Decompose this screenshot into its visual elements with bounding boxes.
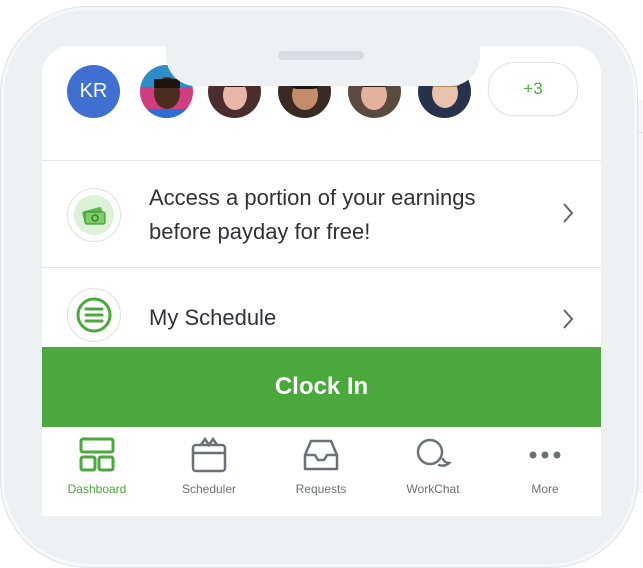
bottom-tab-bar: Dashboard Scheduler Requests WorkChat Mo…	[42, 427, 601, 516]
tab-label: Requests	[295, 482, 347, 496]
schedule-list-icon	[67, 288, 121, 342]
tab-workchat[interactable]: WorkChat	[378, 427, 488, 516]
dashboard-icon	[79, 437, 115, 472]
tab-label: Scheduler	[181, 482, 237, 496]
tab-requests[interactable]: Requests	[266, 427, 376, 516]
cash-icon	[67, 188, 121, 242]
tab-scheduler[interactable]: Scheduler	[154, 427, 264, 516]
scheduler-icon	[191, 437, 227, 473]
tab-more[interactable]: More	[490, 427, 600, 516]
phone-notch	[166, 35, 480, 86]
earnings-text-line-1: Access a portion of your earnings	[149, 185, 476, 210]
phone-speaker	[278, 51, 364, 60]
more-icon	[529, 451, 561, 459]
more-members-badge[interactable]: +3	[488, 62, 578, 116]
workchat-icon	[416, 438, 453, 467]
app-screen: KR +3 Access a portion of your earnings …	[42, 46, 601, 516]
schedule-text: My Schedule	[149, 305, 277, 330]
schedule-row[interactable]: My Schedule	[42, 268, 601, 347]
earnings-text-line-2: before payday for free!	[149, 219, 371, 244]
tab-label: Dashboard	[67, 482, 127, 496]
tab-label: WorkChat	[406, 482, 460, 496]
chevron-right-icon	[563, 309, 574, 329]
tab-label: More	[531, 482, 559, 496]
earnings-row[interactable]: Access a portion of your earnings before…	[42, 161, 601, 267]
tab-dashboard[interactable]: Dashboard	[42, 427, 152, 516]
requests-icon	[303, 439, 339, 471]
clock-in-button[interactable]: Clock In	[42, 347, 601, 427]
avatar-initials[interactable]: KR	[67, 65, 120, 118]
chevron-right-icon	[563, 203, 574, 223]
